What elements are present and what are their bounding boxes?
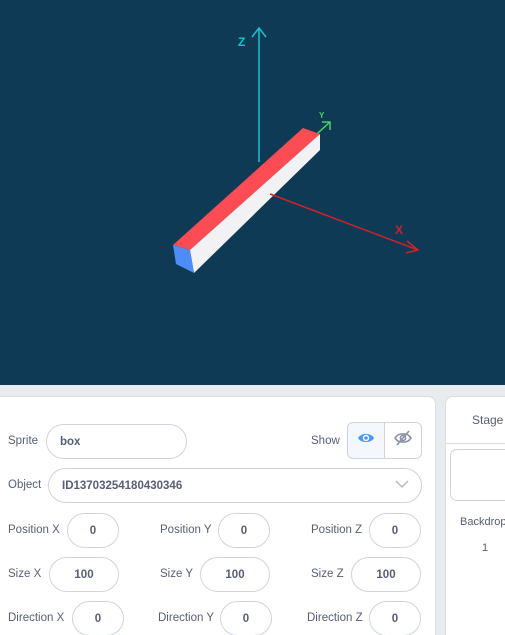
show-sprite-button[interactable] — [347, 422, 385, 459]
x-axis-label: X — [395, 223, 403, 237]
direction-x-input[interactable]: 0 — [72, 601, 124, 635]
size-y-input[interactable]: 100 — [200, 557, 270, 592]
3d-viewport[interactable]: Z Y X — [0, 0, 505, 385]
x-axis-line — [269, 193, 419, 251]
sprite-info-panel: Sprite box Show Object ID137032541804303… — [0, 396, 436, 635]
direction-z-label: Direction Z — [307, 612, 363, 624]
object-label: Object — [8, 479, 42, 491]
size-x-input[interactable]: 100 — [49, 557, 119, 592]
position-z-input[interactable]: 0 — [369, 513, 421, 548]
direction-z-input[interactable]: 0 — [369, 601, 421, 635]
backdrops-label: Backdrop — [460, 516, 505, 528]
size-z-input[interactable]: 100 — [351, 557, 421, 592]
object-select-value: ID13703254180430346 — [62, 479, 183, 492]
show-label: Show — [311, 435, 340, 447]
stage-title: Stage — [446, 397, 505, 444]
direction-y-label: Direction Y — [158, 612, 215, 624]
position-x-label: Position X — [8, 524, 60, 536]
y-axis-label: Y — [319, 111, 325, 120]
sprite-name-input[interactable]: box — [46, 424, 187, 459]
direction-x-label: Direction X — [8, 612, 65, 624]
size-y-label: Size Y — [160, 568, 194, 580]
position-y-input[interactable]: 0 — [218, 513, 270, 548]
size-x-label: Size X — [8, 568, 42, 580]
position-x-input[interactable]: 0 — [67, 513, 119, 548]
backdrops-count: 1 — [482, 542, 489, 554]
z-axis-label: Z — [238, 35, 245, 49]
position-y-label: Position Y — [160, 524, 212, 536]
eye-slash-icon — [394, 430, 412, 451]
box-top-face — [173, 128, 320, 250]
stage-thumbnail[interactable] — [450, 449, 505, 501]
hide-sprite-button[interactable] — [384, 422, 422, 459]
stage-selector-panel[interactable]: Stage Backdrop 1 — [445, 396, 505, 635]
3d-scene[interactable]: Z Y X — [0, 0, 505, 385]
bottom-pane: Sprite box Show Object ID137032541804303… — [0, 385, 505, 635]
sprite-label: Sprite — [8, 435, 39, 447]
box-side-face — [190, 134, 320, 273]
position-z-label: Position Z — [311, 524, 363, 536]
direction-y-input[interactable]: 0 — [220, 601, 272, 635]
chevron-down-icon — [395, 479, 409, 492]
object-select[interactable]: ID13703254180430346 — [48, 468, 422, 503]
size-z-label: Size Z — [311, 568, 344, 580]
eye-icon — [357, 431, 375, 450]
